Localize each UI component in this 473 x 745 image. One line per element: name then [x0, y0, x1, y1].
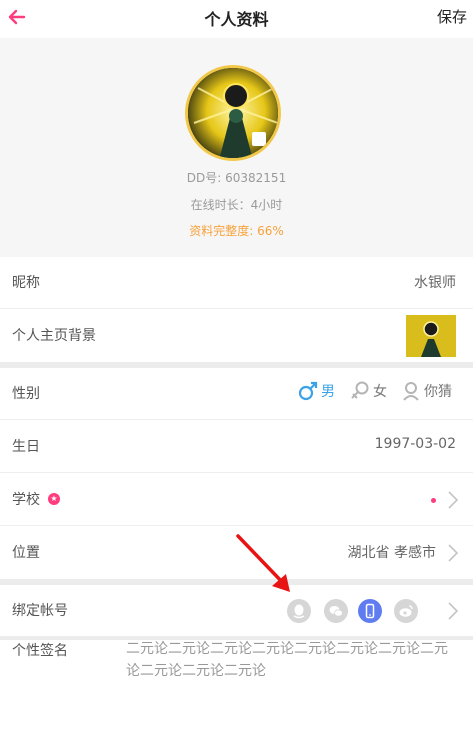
gender-option-unknown[interactable]: 你猜 — [400, 380, 452, 402]
signature-label: 个性签名 — [12, 643, 68, 659]
gender-option-male[interactable]: 男 — [297, 380, 335, 402]
notification-dot — [431, 498, 436, 503]
wechat-icon[interactable] — [324, 599, 348, 623]
top-bar: 个人资料 保存 — [0, 0, 473, 38]
signature-text: 二元论二元论二元论二元论二元论二元论二元论二元论二元论二元论二元论 — [126, 641, 448, 679]
birthday-label: 生日 — [12, 439, 40, 455]
location-label: 位置 — [12, 545, 40, 561]
annotation-arrow-icon — [236, 534, 290, 592]
gender-label: 性别 — [12, 386, 40, 402]
avatar[interactable] — [185, 65, 281, 161]
signature-row[interactable]: 个性签名 二元论二元论二元论二元论二元论二元论二元论二元论二元论二元论二元论 — [0, 640, 473, 745]
background-thumbnail — [406, 315, 456, 357]
background-row[interactable]: 个人主页背景 — [0, 310, 473, 362]
background-label: 个人主页背景 — [12, 328, 96, 344]
school-label: 学校 — [12, 492, 40, 508]
profile-completeness: 资料完整度: 66% — [189, 224, 284, 238]
birthday-value: 1997-03-02 — [374, 436, 456, 452]
nickname-value: 水银师 — [414, 275, 456, 291]
dd-number: DD号: 60382151 — [186, 171, 287, 185]
qq-icon[interactable] — [287, 599, 311, 623]
female-icon — [351, 381, 369, 399]
weibo-icon[interactable] — [394, 599, 418, 623]
school-row[interactable]: 学校 ★ — [0, 474, 473, 526]
birthday-row[interactable]: 生日 1997-03-02 — [0, 421, 473, 473]
nickname-row[interactable]: 昵称 水银师 — [0, 257, 473, 309]
male-icon — [298, 381, 318, 401]
nickname-label: 昵称 — [12, 275, 40, 291]
save-button[interactable]: 保存 — [437, 6, 467, 27]
bind-account-label: 绑定帐号 — [12, 603, 68, 619]
gender-male-label: 男 — [321, 384, 335, 400]
phone-icon[interactable] — [358, 599, 382, 623]
online-time: 在线时长：4小时 — [190, 198, 283, 212]
gender-female-label: 女 — [373, 384, 387, 400]
page-title: 个人资料 — [204, 10, 269, 29]
profile-summary: DD号: 60382151 在线时长：4小时 资料完整度: 66% — [0, 38, 473, 257]
star-badge-icon: ★ — [48, 493, 60, 505]
chevron-right-icon — [448, 491, 458, 509]
person-icon — [403, 382, 419, 401]
gender-row: 性别 男 女 你猜 — [0, 368, 473, 420]
gender-unknown-label: 你猜 — [424, 384, 452, 400]
gender-option-female[interactable]: 女 — [349, 380, 387, 402]
chevron-right-icon — [448, 602, 458, 620]
chevron-right-icon — [448, 544, 458, 562]
location-value: 湖北省 孝感市 — [347, 545, 436, 561]
